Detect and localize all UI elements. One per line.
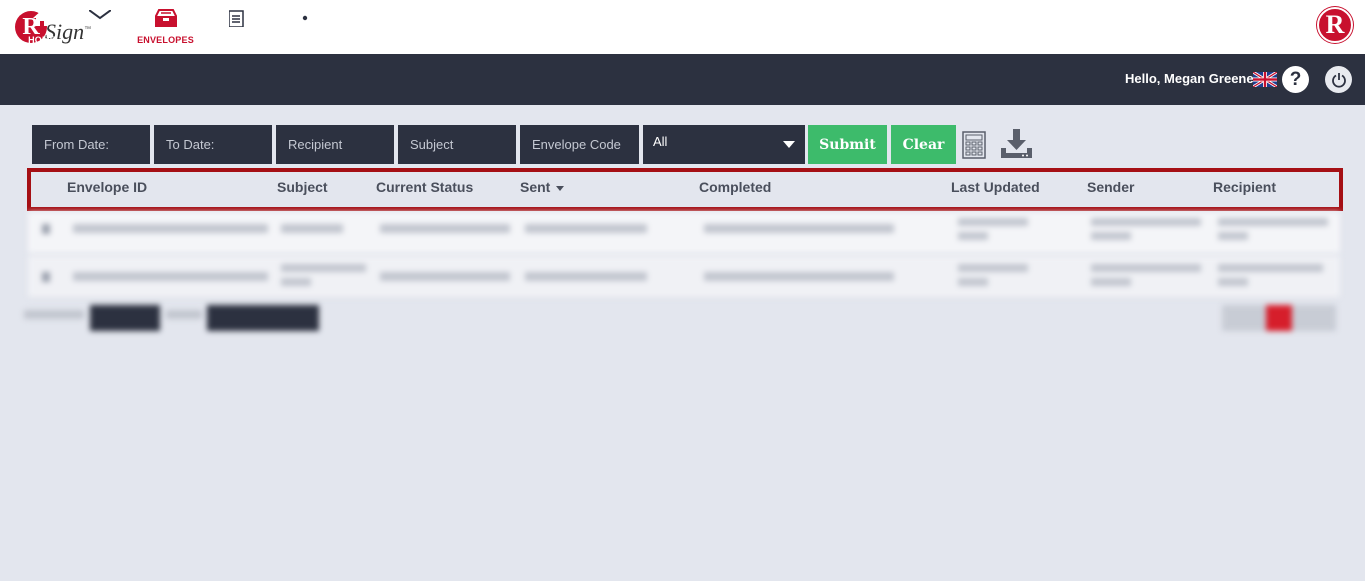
page-size-select[interactable] [90,305,160,331]
envelope-code-field[interactable]: Envelope Code [520,125,639,164]
rpost-logo: R [1317,7,1353,43]
power-icon [1331,72,1346,88]
blurred-cell [380,224,510,233]
blurred-cell [281,264,366,272]
table-row[interactable] [28,212,1340,254]
envelope-table-body-blurred [28,212,1340,300]
recipient-field[interactable]: Recipient [276,125,394,164]
column-header-subject[interactable]: Subject [277,179,328,195]
inbox-icon [154,7,177,29]
expand-icon [42,272,50,282]
blurred-cell [958,264,1028,272]
blurred-cell [1218,264,1323,272]
nav-settings-label: SETTINGS [281,34,329,45]
column-header-sent[interactable]: Sent [520,179,565,195]
blurred-cell [958,232,988,240]
blurred-cell [1218,218,1328,226]
envelope-table-header [27,168,1343,211]
column-header-sent-label: Sent [520,179,551,195]
blurred-cell [958,278,988,286]
download-icon[interactable] [1000,128,1033,160]
clear-button[interactable]: Clear [891,125,956,164]
status-label [166,310,202,319]
blurred-cell [73,224,268,233]
pagination-blurred [0,300,1365,340]
blurred-cell [525,272,647,281]
column-header-last-updated[interactable]: Last Updated [951,179,1040,195]
calculator-icon[interactable] [962,131,986,159]
nav-envelopes-label: ENVELOPES [137,34,194,45]
blurred-cell [1091,264,1201,272]
nav-home-label: HOME [28,34,56,45]
status-filter-select[interactable] [207,305,319,331]
blurred-cell [281,224,343,233]
blurred-cell [1091,278,1131,286]
blurred-cell [1218,232,1248,240]
blurred-cell [1218,278,1248,286]
from-date-field[interactable]: From Date: [32,125,150,164]
help-button[interactable]: ? [1282,66,1309,93]
subject-field[interactable]: Subject [398,125,516,164]
current-page-button[interactable] [1266,305,1292,331]
gear-icon [296,7,314,29]
envelope-icon [89,7,111,29]
column-header-current-status[interactable]: Current Status [376,179,473,195]
column-header-recipient[interactable]: Recipient [1213,179,1276,195]
blurred-cell [704,272,894,281]
expand-icon [42,224,50,234]
chevron-down-icon [783,141,795,148]
column-header-envelope-id[interactable]: Envelope ID [67,179,147,195]
logout-button[interactable] [1325,66,1352,93]
status-select[interactable]: All [643,125,805,164]
status-select-value: All [653,134,668,149]
nav-home[interactable]: HOME [16,0,68,51]
nav-templates-label: TEMPLATES [210,34,266,45]
home-icon [32,7,52,29]
nav-envelopes[interactable]: ENVELOPES [130,0,201,51]
blurred-cell [1091,218,1201,226]
blurred-cell [1091,232,1131,240]
to-date-field[interactable]: To Date: [154,125,272,164]
nav-send[interactable]: SEND [76,0,124,51]
column-header-sender[interactable]: Sender [1087,179,1134,195]
brand-bar: R Sign ™ R [0,0,1365,54]
prev-page-button[interactable] [1222,305,1266,331]
blurred-cell [525,224,647,233]
sort-down-icon [556,185,565,191]
table-row[interactable] [28,256,1340,298]
submit-button[interactable]: Submit [808,125,887,164]
uk-flag-icon[interactable] [1252,70,1278,89]
nav-settings[interactable]: SETTINGS [278,0,332,51]
blurred-cell [704,224,894,233]
user-greeting: Hello, Megan Greene [1125,71,1254,86]
blurred-cell [380,272,510,281]
templates-icon [229,7,247,29]
nav-send-label: SEND [87,34,113,45]
nav-templates[interactable]: TEMPLATES [206,0,270,51]
blurred-cell [958,218,1028,226]
blurred-cell [281,278,311,286]
blurred-cell [73,272,268,281]
page-size-label [24,310,84,319]
next-page-button[interactable] [1292,305,1336,331]
column-header-completed[interactable]: Completed [699,179,771,195]
